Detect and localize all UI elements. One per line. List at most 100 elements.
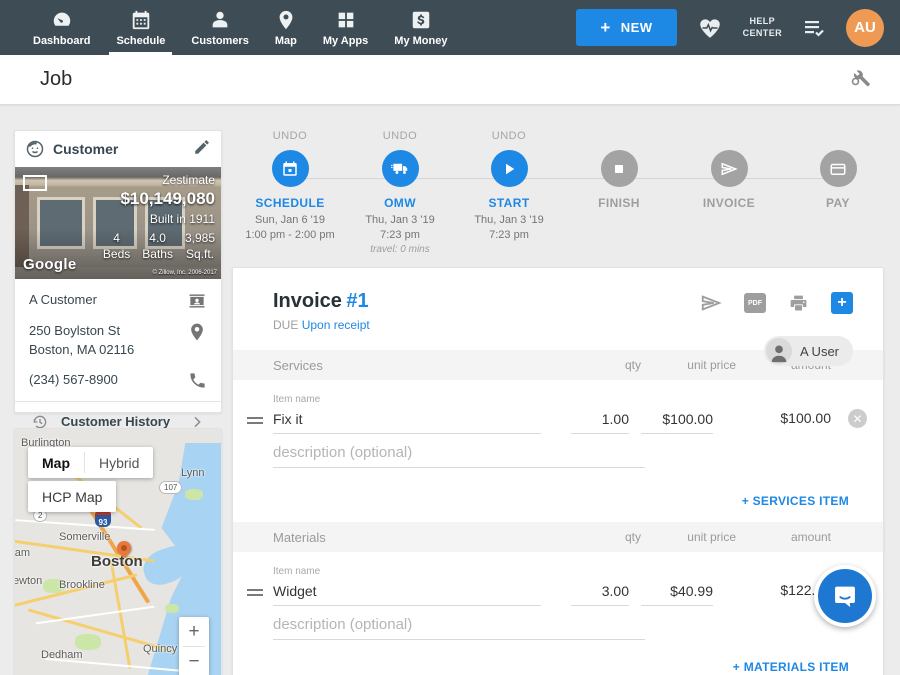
job-timeline: UNDO SCHEDULE Sun, Jan 6 '191:00 pm - 2:…: [232, 130, 884, 262]
nav-item-dashboard[interactable]: Dashboard: [20, 0, 103, 55]
services-title: Services: [273, 358, 571, 373]
materials-title: Materials: [273, 530, 571, 545]
undo-spacer: [559, 130, 679, 150]
user-avatar[interactable]: AU: [846, 9, 884, 47]
play-icon: [500, 160, 518, 178]
schedule-step-button[interactable]: [272, 150, 309, 187]
invoice-header: Invoice #1 DUE Upon receipt PDF + A User: [233, 268, 883, 332]
map-zoom-control: + −: [179, 617, 209, 675]
materials-section-header: Materials qty unit price amount: [233, 522, 883, 552]
timeline-step-pay: PAY: [778, 130, 898, 210]
material-name-input[interactable]: [273, 579, 541, 606]
service-description-input[interactable]: [273, 440, 645, 468]
chat-launcher-button[interactable]: [814, 565, 876, 627]
nav-label: Map: [275, 35, 297, 47]
plus-icon: +: [600, 19, 610, 36]
nav-label: My Money: [394, 35, 447, 47]
step-date: Sun, Jan 6 '191:00 pm - 2:00 pm: [230, 213, 350, 244]
nav-item-schedule[interactable]: Schedule: [103, 0, 178, 55]
omw-step-button[interactable]: [382, 150, 419, 187]
send-invoice-icon[interactable]: [700, 292, 722, 314]
drag-handle[interactable]: [247, 414, 263, 427]
add-materials-item-link[interactable]: + MATERIALS ITEM: [233, 640, 883, 675]
timeline-step-start: UNDO START Thu, Jan 3 '197:23 pm: [449, 130, 569, 244]
drag-handle[interactable]: [247, 586, 263, 599]
chat-bubble-icon: [818, 569, 872, 623]
health-heart-icon[interactable]: [697, 15, 723, 41]
nav-item-map[interactable]: Map: [262, 0, 310, 55]
nav-label: Dashboard: [33, 35, 90, 47]
map-label-newton: Newton: [14, 575, 42, 587]
assignee-chip[interactable]: A User: [764, 336, 853, 366]
nav-item-my-apps[interactable]: My Apps: [310, 0, 381, 55]
service-unit-price-input[interactable]: [641, 407, 713, 434]
help-center-link[interactable]: HELP CENTER: [743, 16, 782, 39]
contact-card-icon[interactable]: [187, 291, 207, 311]
step-label[interactable]: START: [449, 196, 569, 210]
item-name-label: Item name: [273, 566, 867, 577]
undo-spacer: [669, 130, 789, 150]
stop-icon: [611, 161, 627, 177]
help-line-2: CENTER: [743, 28, 782, 40]
material-qty-input[interactable]: [571, 579, 629, 606]
due-value-link[interactable]: Upon receipt: [302, 318, 370, 332]
hcp-map-button[interactable]: HCP Map: [28, 481, 116, 512]
service-qty-input[interactable]: [571, 407, 629, 434]
undo-link[interactable]: UNDO: [449, 130, 569, 150]
interstate-93-shield: 93: [95, 511, 111, 527]
customer-face-icon: [25, 139, 45, 159]
add-invoice-icon[interactable]: +: [831, 292, 853, 314]
job-settings-icon[interactable]: [848, 65, 872, 94]
map-canvas[interactable]: Burlington Lynn Somerville Waltham Bosto…: [15, 429, 221, 675]
customer-card-header: Customer: [15, 131, 221, 167]
travel-note: travel: 0 mins: [340, 244, 460, 255]
close-icon: ✕: [848, 409, 867, 428]
unit-price-column-header: unit price: [641, 530, 736, 544]
location-pin-icon[interactable]: [187, 322, 207, 342]
nav-label: Customers: [191, 35, 248, 47]
add-services-item-link[interactable]: + SERVICES ITEM: [233, 468, 883, 518]
service-name-input[interactable]: [273, 407, 541, 434]
step-label[interactable]: SCHEDULE: [230, 196, 350, 210]
undo-link[interactable]: UNDO: [340, 130, 460, 150]
nav-item-customers[interactable]: Customers: [178, 0, 261, 55]
map-label-waltham: Waltham: [14, 547, 30, 559]
pdf-icon[interactable]: PDF: [744, 293, 766, 313]
item-name-label: Item name: [273, 394, 867, 405]
service-item-row: Item name $100.00 ✕: [233, 380, 883, 434]
finish-step-button[interactable]: [601, 150, 638, 187]
material-unit-price-input[interactable]: [641, 579, 713, 606]
nav-label: Schedule: [116, 35, 165, 47]
material-description-input[interactable]: [273, 612, 645, 640]
nav-label: My Apps: [323, 35, 368, 47]
undo-link[interactable]: UNDO: [230, 130, 350, 150]
phone-icon[interactable]: [188, 371, 207, 390]
street-view-icon[interactable]: [23, 175, 47, 191]
invoice-number-link[interactable]: #1: [346, 290, 368, 312]
pay-step-button[interactable]: [820, 150, 857, 187]
service-amount: $100.00: [736, 410, 831, 434]
start-step-button[interactable]: [491, 150, 528, 187]
zestimate-value: $10,149,080: [103, 189, 215, 209]
hybrid-view-button[interactable]: Hybrid: [85, 447, 153, 478]
step-label[interactable]: OMW: [340, 196, 460, 210]
delete-service-item[interactable]: ✕: [831, 409, 867, 434]
stat-sqft: 3,985Sq.ft.: [185, 230, 215, 262]
tasks-list-icon[interactable]: [802, 16, 826, 40]
dashboard-icon: [51, 9, 73, 31]
edit-customer-icon[interactable]: [193, 138, 211, 161]
nav-right: + NEW HELP CENTER AU: [576, 0, 900, 55]
print-icon[interactable]: [788, 293, 809, 314]
zoom-out-button[interactable]: −: [179, 647, 209, 675]
stat-baths: 4.0Baths: [142, 230, 173, 262]
new-button[interactable]: + NEW: [576, 9, 676, 46]
invoice-step-button[interactable]: [711, 150, 748, 187]
timeline-step-omw: UNDO OMW Thu, Jan 3 '197:23 pm travel: 0…: [340, 130, 460, 255]
nav-item-my-money[interactable]: My Money: [381, 0, 460, 55]
zoom-in-button[interactable]: +: [179, 617, 209, 646]
route-107-badge: 107: [159, 481, 182, 494]
invoice-title: Invoice: [273, 290, 342, 312]
timeline-step-finish: FINISH: [559, 130, 679, 210]
customer-history-label: Customer History: [61, 414, 177, 429]
map-view-button[interactable]: Map: [28, 447, 84, 478]
